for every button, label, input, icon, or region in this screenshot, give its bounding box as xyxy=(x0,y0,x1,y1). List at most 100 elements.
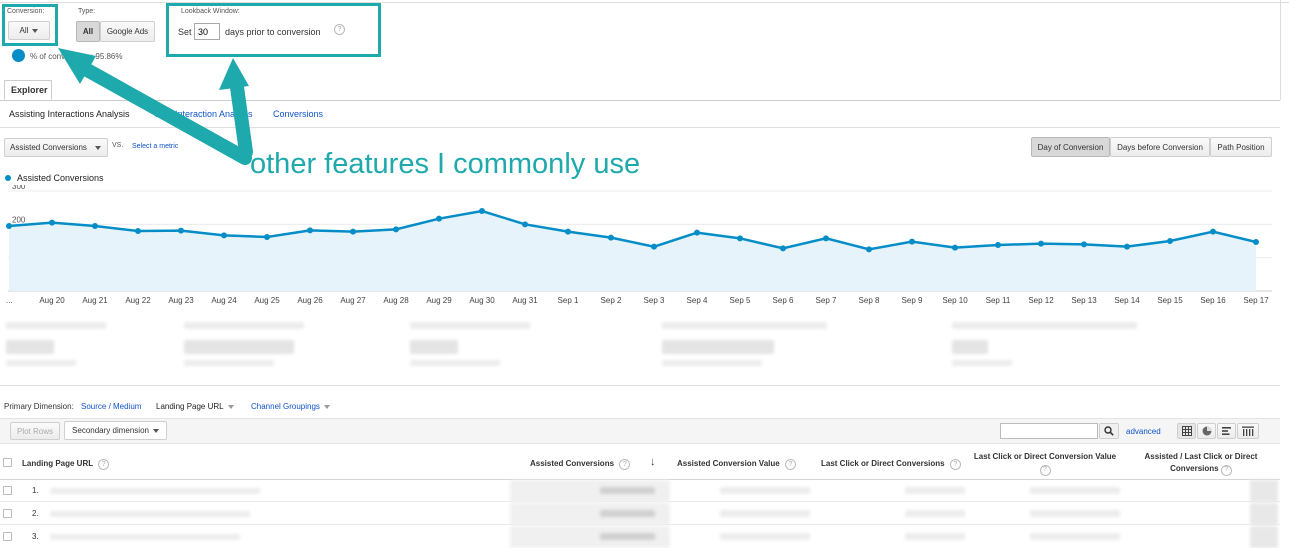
data-point xyxy=(651,243,657,250)
annotation-text: other features I commonly use xyxy=(250,148,641,180)
row-number: 3. xyxy=(32,532,39,541)
data-point xyxy=(1210,228,1216,235)
data-point xyxy=(393,226,399,233)
x-tick-label: Sep 7 xyxy=(816,296,837,305)
x-tick-label: Sep 9 xyxy=(902,296,923,305)
col-assisted-conversion-value[interactable]: Assisted Conversion Value ? xyxy=(677,459,796,470)
view-comparison-button[interactable] xyxy=(1237,423,1259,439)
y-tick-label: 200 xyxy=(12,215,26,224)
x-tick-label: Sep 13 xyxy=(1071,296,1097,305)
table-row[interactable]: 3. xyxy=(0,526,1280,548)
data-point xyxy=(307,227,313,234)
bar-list-icon xyxy=(1221,427,1231,435)
x-tick-label: Sep 8 xyxy=(859,296,880,305)
x-tick-label: Sep 14 xyxy=(1114,296,1140,305)
table-row[interactable]: 2. xyxy=(0,503,1280,525)
table-row[interactable]: 1. xyxy=(0,480,1280,502)
x-tick-label: Sep 6 xyxy=(773,296,794,305)
x-tick-label: Sep 2 xyxy=(601,296,622,305)
select-metric-link[interactable]: Select a metric xyxy=(132,143,178,150)
x-tick-label: Aug 20 xyxy=(39,296,65,305)
col-assisted-last-click-ratio[interactable]: Assisted / Last Click or Direct Conversi… xyxy=(1134,451,1268,476)
x-tick-label: Aug 25 xyxy=(254,296,280,305)
col-last-click-conversion-value-label: Last Click or Direct Conversion Value xyxy=(973,452,1117,461)
data-point xyxy=(823,235,829,242)
chevron-down-icon xyxy=(152,428,159,433)
row-number: 2. xyxy=(32,509,39,518)
primary-dimension-label: Primary Dimension: xyxy=(4,402,74,411)
x-tick-label: Aug 27 xyxy=(340,296,366,305)
dimension-landing-page[interactable]: Landing Page URL xyxy=(156,402,234,411)
metric-dropdown[interactable]: Assisted Conversions xyxy=(4,138,108,157)
data-point xyxy=(866,246,872,253)
help-icon[interactable]: ? xyxy=(1220,464,1232,476)
line-chart: 300200100...Aug 20Aug 21Aug 22Aug 23Aug … xyxy=(6,185,1272,305)
search-button[interactable] xyxy=(1099,423,1119,439)
x-tick-label: Aug 26 xyxy=(297,296,323,305)
row-checkbox[interactable] xyxy=(3,509,12,518)
chart-legend-dot xyxy=(5,175,11,181)
subtab-conversions[interactable]: Conversions xyxy=(273,109,323,119)
tab-explorer[interactable]: Explorer xyxy=(4,80,52,100)
day-of-conversion-button[interactable]: Day of Conversion xyxy=(1031,137,1110,157)
data-point xyxy=(522,221,528,228)
data-point xyxy=(6,223,12,229)
path-position-button[interactable]: Path Position xyxy=(1210,137,1272,157)
help-icon[interactable]: ? xyxy=(98,459,110,470)
col-last-click-conversion-value[interactable]: Last Click or Direct Conversion Value ? xyxy=(972,451,1118,476)
data-point xyxy=(135,228,141,234)
plot-rows-button[interactable]: Plot Rows xyxy=(10,422,60,440)
type-label: Type: xyxy=(78,8,96,15)
highlight-conversion-box xyxy=(2,4,58,46)
x-tick-label: Sep 17 xyxy=(1243,296,1269,305)
data-point xyxy=(694,229,700,236)
col-landing-page-url[interactable]: Landing Page URL ? xyxy=(22,459,110,470)
sort-desc-icon[interactable]: ↓ xyxy=(650,456,656,468)
x-tick-label: Aug 31 xyxy=(512,296,538,305)
dimension-source-medium[interactable]: Source / Medium xyxy=(81,402,141,411)
dimension-landing-page-label: Landing Page URL xyxy=(156,402,224,411)
dimension-channel-groupings[interactable]: Channel Groupings xyxy=(251,402,330,411)
x-tick-label: Aug 22 xyxy=(125,296,151,305)
y-tick-label: 300 xyxy=(12,185,26,191)
view-bar-button[interactable] xyxy=(1217,423,1236,439)
metric-dropdown-value: Assisted Conversions xyxy=(10,143,87,152)
x-tick-label: Aug 30 xyxy=(469,296,495,305)
x-tick-label: ... xyxy=(6,296,13,305)
secondary-dimension-dropdown[interactable]: Secondary dimension xyxy=(64,421,167,440)
view-table-button[interactable] xyxy=(1177,423,1196,439)
days-before-conversion-button[interactable]: Days before Conversion xyxy=(1110,137,1210,157)
select-all-checkbox[interactable] xyxy=(3,458,12,467)
help-icon[interactable]: ? xyxy=(784,459,796,470)
table-search-input[interactable] xyxy=(1000,423,1098,439)
data-point xyxy=(909,238,915,245)
col-assisted-conversions-label: Assisted Conversions xyxy=(530,459,615,468)
subtab-first-interaction[interactable]: First Interaction Analysis xyxy=(155,109,253,119)
x-tick-label: Aug 23 xyxy=(168,296,194,305)
help-icon[interactable]: ? xyxy=(949,459,961,470)
subtab-assisting-interactions[interactable]: Assisting Interactions Analysis xyxy=(9,109,130,119)
chevron-down-icon xyxy=(94,145,101,150)
x-tick-label: Sep 16 xyxy=(1200,296,1226,305)
row-checkbox[interactable] xyxy=(3,532,12,541)
chevron-down-icon xyxy=(227,405,234,409)
percent-of-conversions: % of conversions: 95.86% xyxy=(30,52,123,61)
col-last-click-conversions[interactable]: Last Click or Direct Conversions ? xyxy=(821,459,961,470)
view-pie-button[interactable] xyxy=(1197,423,1216,439)
x-tick-label: Aug 21 xyxy=(82,296,108,305)
row-checkbox[interactable] xyxy=(3,486,12,495)
data-point xyxy=(565,228,571,235)
col-landing-page-url-label: Landing Page URL xyxy=(22,459,93,468)
data-point xyxy=(436,215,442,222)
col-assisted-conversions[interactable]: Assisted Conversions ? xyxy=(530,459,631,470)
advanced-link[interactable]: advanced xyxy=(1126,427,1161,436)
col-assisted-conversion-value-label: Assisted Conversion Value xyxy=(677,459,780,468)
help-icon[interactable]: ? xyxy=(619,459,631,470)
col-last-click-conversions-label: Last Click or Direct Conversions xyxy=(821,459,945,468)
vs-label: VS. xyxy=(112,142,124,149)
comparison-icon xyxy=(1242,426,1254,436)
type-google-ads-button[interactable]: Google Ads xyxy=(100,21,155,42)
type-all-button[interactable]: All xyxy=(76,21,100,42)
help-icon[interactable]: ? xyxy=(1039,464,1051,476)
x-tick-label: Aug 29 xyxy=(426,296,452,305)
